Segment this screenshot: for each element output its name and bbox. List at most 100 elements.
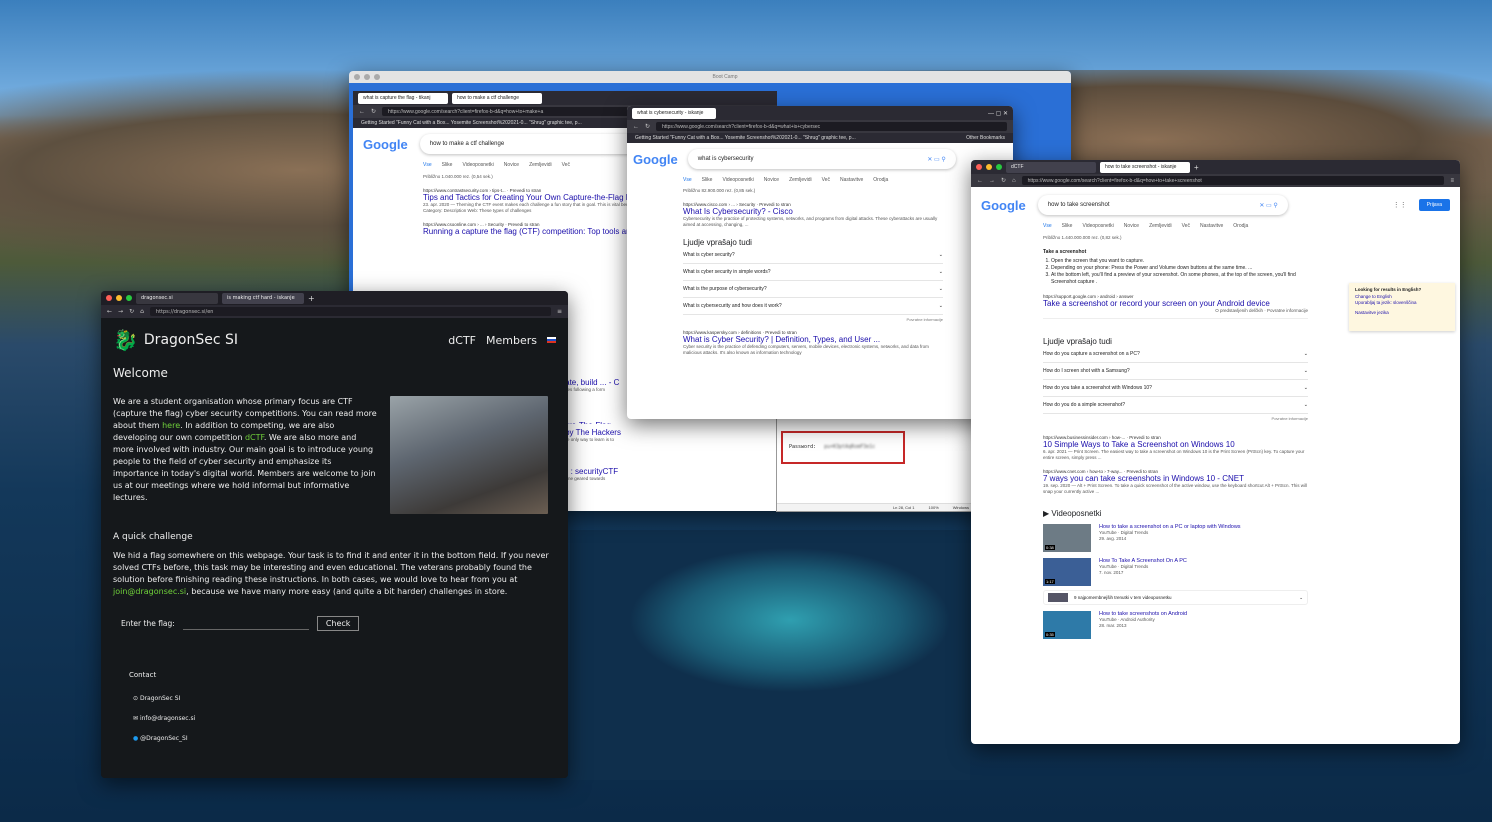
dragon-logo-icon[interactable]: 🐉 [113, 328, 138, 352]
tab-screenshot[interactable]: how to take screenshot - iskanje [1100, 161, 1190, 173]
video-thumbnail[interactable]: 0:38 [1043, 524, 1091, 552]
language-settings-link[interactable]: Nastavitve jezika [1355, 310, 1449, 317]
tab-video[interactable]: Videoposnetki [722, 177, 753, 183]
paa-question[interactable]: How do you capture a screenshot on a PC?… [1043, 346, 1308, 363]
tab-settings[interactable]: Nastavitve [1200, 223, 1223, 229]
zoom-icon[interactable] [126, 295, 132, 301]
close-icon[interactable] [106, 295, 112, 301]
result-title-link[interactable]: What is Cyber Security? | Definition, Ty… [683, 335, 943, 344]
zoom-icon[interactable] [996, 164, 1002, 170]
apps-grid-icon[interactable]: ⋮⋮ [1393, 201, 1407, 209]
email-contact[interactable]: ✉ info@dragonsec.si [133, 709, 556, 729]
search-input[interactable]: how to make a ctf challenge [420, 134, 660, 154]
feedback-link[interactable]: Povratne informacije [1043, 416, 1308, 421]
tab-tools[interactable]: Orodja [873, 177, 888, 183]
search-input[interactable]: how to take screenshot [1048, 202, 1110, 208]
tab-maps[interactable]: Zemljevidi [1149, 223, 1172, 229]
search-input[interactable]: what is cybersecurity [698, 156, 754, 162]
reload-icon[interactable]: ↻ [645, 123, 650, 130]
tab-more[interactable]: Več [1182, 223, 1190, 229]
reload-icon[interactable]: ↻ [1001, 177, 1006, 184]
tab-slike[interactable]: Slike [442, 162, 453, 168]
keep-slovenian-link[interactable]: Uporabljaj ta jezik: slovenščina [1355, 300, 1449, 307]
back-icon[interactable]: ← [107, 308, 112, 315]
new-tab-icon[interactable]: + [308, 294, 315, 303]
signin-button[interactable]: Prijava [1418, 199, 1450, 211]
forward-icon[interactable]: → [989, 178, 995, 184]
result-fragment[interactable]: F) | by The Hackers [551, 428, 767, 437]
tab-tools[interactable]: Orodja [1233, 223, 1248, 229]
minimize-icon[interactable] [986, 164, 992, 170]
tab-novice[interactable]: Novice [764, 177, 779, 183]
close-icon[interactable] [976, 164, 982, 170]
back-icon[interactable]: ← [359, 109, 365, 115]
paa-question[interactable]: What is the purpose of cybersecurity? ⌄ [683, 281, 943, 298]
tab-vse[interactable]: Vse [423, 162, 432, 168]
tab-settings[interactable]: Nastavitve [840, 177, 863, 183]
google-logo[interactable]: Google [981, 198, 1026, 213]
url-bar[interactable]: https://www.google.com/search?client=fir… [656, 122, 1007, 131]
tab-maps[interactable]: Zemljevidi [789, 177, 812, 183]
google-logo[interactable]: Google [363, 137, 408, 152]
result-title-link[interactable]: What Is Cybersecurity? - Cisco [683, 207, 943, 216]
tab-maps[interactable]: Zemljevidi [529, 162, 552, 168]
snippet-about[interactable]: O predstavljenih delčkih [1215, 308, 1263, 313]
menu-icon[interactable]: ≡ [557, 308, 562, 315]
other-bookmarks[interactable]: Other Bookmarks [966, 135, 1005, 141]
tab-cybersecurity[interactable]: what is cybersecurity - iskanje [632, 107, 716, 119]
window-controls-icon[interactable]: — ▢ ✕ [988, 110, 1008, 117]
here-link[interactable]: here [162, 421, 180, 430]
paa-question[interactable]: What is cybersecurity and how does it wo… [683, 298, 943, 315]
forward-icon[interactable]: → [118, 308, 123, 315]
tab-slike[interactable]: Slike [702, 177, 713, 183]
search-icon[interactable]: ✕ ▭ ⚲ [1259, 202, 1277, 209]
reload-icon[interactable]: ↻ [371, 108, 376, 115]
google-logo[interactable]: Google [633, 152, 678, 167]
paa-question[interactable]: How do you take a screenshot with Window… [1043, 380, 1308, 397]
url-bar[interactable]: https://www.google.com/search?client=fir… [1021, 176, 1445, 185]
result-fragment[interactable]: ges? : securityCTF [551, 467, 767, 476]
paa-question[interactable]: How do I screen shot with a Samsung? ⌄ [1043, 363, 1308, 380]
tab-more[interactable]: Več [822, 177, 830, 183]
video-item[interactable]: 0:38 How to take a screenshot on a PC or… [1043, 524, 1308, 552]
home-icon[interactable]: ⌂ [140, 308, 144, 315]
tab-ctf-challenge[interactable]: how to make a ctf challenge [452, 92, 542, 104]
github-contact[interactable]: ⊙ DragonSec SI [133, 689, 556, 709]
check-button[interactable]: Check [316, 616, 360, 631]
home-icon[interactable]: ⌂ [1012, 178, 1016, 184]
password-value[interactable]: pu+K3ptAqRomF3e1c [824, 444, 875, 450]
result-title-link[interactable]: Take a screenshot or record your screen … [1043, 299, 1308, 308]
feedback-link[interactable]: Povratne informacije [683, 317, 943, 322]
twitter-contact[interactable]: ● @DragonSec_SI [133, 729, 556, 749]
result-title-link[interactable]: 7 ways you can take screenshots in Windo… [1043, 474, 1308, 483]
new-tab-icon[interactable]: + [1194, 163, 1199, 172]
video-item[interactable]: 0:35 How to take screenshots on Android Y… [1043, 611, 1308, 639]
menu-icon[interactable]: ≡ [1450, 178, 1454, 184]
nav-members[interactable]: Members [486, 334, 537, 347]
flag-input[interactable] [182, 618, 309, 630]
tab-novice[interactable]: Novice [504, 162, 519, 168]
tab-more[interactable]: Več [562, 162, 570, 168]
back-icon[interactable]: ← [633, 124, 639, 130]
video-thumbnail[interactable]: 1:17 [1043, 558, 1091, 586]
tab-ctf-capture[interactable]: what is capture the flag - tikanj [358, 92, 448, 104]
search-icon[interactable]: ✕ ▭ ⚲ [927, 156, 945, 163]
tab-ctf-hard[interactable]: is making ctf hard - iskanje [222, 292, 304, 304]
tab-vse[interactable]: Vse [683, 177, 692, 183]
join-email-link[interactable]: join@dragonsec.si [113, 587, 186, 596]
brand-name[interactable]: DragonSec SI [144, 332, 238, 348]
minimize-icon[interactable] [116, 295, 122, 301]
paa-question[interactable]: What is cyber security? ⌄ [683, 247, 943, 264]
key-moments-row[interactable]: 9 najpomembnejših trenutki v tem videopo… [1043, 590, 1308, 605]
paa-question[interactable]: What is cyber security in simple words? ⌄ [683, 264, 943, 281]
result-title-link[interactable]: 10 Simple Ways to Take a Screenshot on W… [1043, 440, 1308, 449]
slovenian-flag-icon[interactable] [547, 337, 556, 343]
tab-dctf[interactable]: dCTF [1006, 161, 1096, 173]
nav-dctf[interactable]: dCTF [448, 334, 476, 347]
back-icon[interactable]: ← [977, 178, 983, 184]
video-thumbnail[interactable]: 0:35 [1043, 611, 1091, 639]
feedback-link[interactable]: Povratne informacije [1267, 308, 1308, 313]
tab-video[interactable]: Videoposnetki [1082, 223, 1113, 229]
tab-novice[interactable]: Novice [1124, 223, 1139, 229]
reload-icon[interactable]: ↻ [129, 308, 134, 315]
